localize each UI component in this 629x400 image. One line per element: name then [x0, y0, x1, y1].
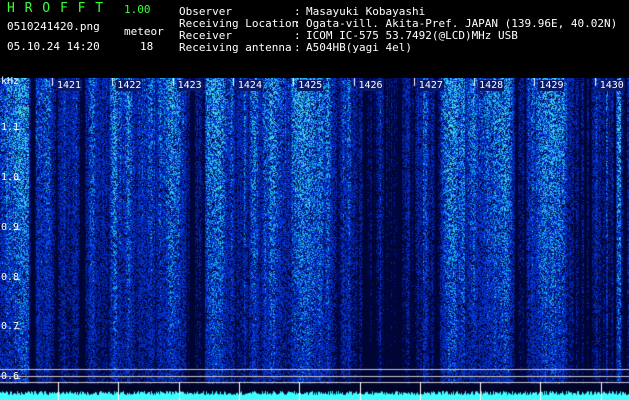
mode-label: meteor [124, 25, 164, 38]
x-tick-label: 1427 [417, 80, 444, 91]
spectrogram-canvas [0, 78, 629, 400]
app-name: H R O F F T [7, 1, 105, 16]
meteor-count: 18 [140, 40, 154, 53]
x-tick-label: 1421 [56, 80, 83, 91]
app-title: H R O F F T [7, 2, 104, 15]
y-tick-label: 1.1 [1, 122, 20, 133]
x-tick-label: 1424 [236, 80, 263, 91]
y-tick-label: 0.6 [1, 371, 20, 382]
y-tick-label: 1.0 [1, 172, 20, 183]
y-tick-label: 0.7 [1, 321, 20, 332]
field-antenna-label: Receiving antenna [179, 41, 292, 54]
y-tick-label: 0.8 [1, 272, 20, 283]
field-antenna-value: A504HB(yagi 4el) [306, 41, 412, 54]
y-axis-unit-label: kHz [1, 76, 20, 87]
x-tick-label: 1422 [116, 80, 143, 91]
x-tick-label: 1430 [598, 80, 625, 91]
date-time: 05.10.24 14:20 [7, 40, 100, 53]
x-tick-label: 1429 [538, 80, 565, 91]
x-tick-label: 1426 [357, 80, 384, 91]
y-tick-label: 0.9 [1, 222, 20, 233]
x-tick-label: 1425 [297, 80, 324, 91]
x-tick-label: 1423 [176, 80, 203, 91]
x-tick-label: 1428 [478, 80, 505, 91]
field-separator: : [294, 41, 301, 54]
file-name: 0510241420.png [7, 20, 100, 33]
app-version: 1.00 [124, 3, 151, 16]
